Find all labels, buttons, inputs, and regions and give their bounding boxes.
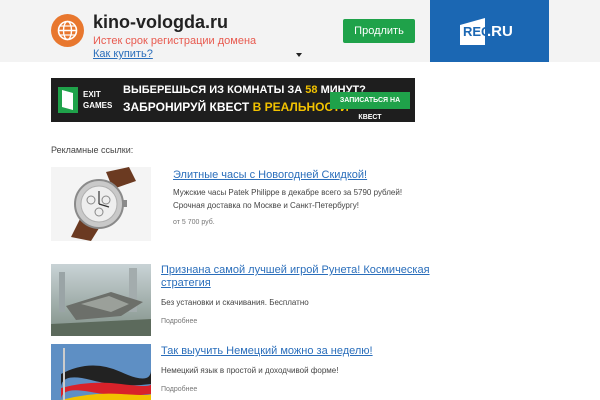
registrar-logo[interactable]: REG .RU [430, 0, 549, 62]
ad-2-title[interactable]: Признана самой лучшей игрой Рунета! Косм… [161, 264, 430, 290]
expired-text: Истек срок регистрации домена [93, 35, 257, 47]
ad-3-more-link[interactable]: Подробнее [161, 386, 197, 393]
top-bar: kino-vologda.ru Истек срок регистрации д… [0, 0, 600, 62]
ad-1-description: Мужские часы Patek Philippe в декабре вс… [173, 186, 402, 212]
ad-1-price: от 5 700 руб. [173, 219, 215, 226]
ad-2-more-link[interactable]: Подробнее [161, 318, 197, 325]
ad-1-desc-line2: Срочная доставка по Москве и Санкт-Петер… [173, 201, 360, 210]
exit-games-banner[interactable]: EXIT GAMES ВЫБЕРЕШЬСЯ ИЗ КОМНАТЫ ЗА 58 М… [51, 78, 415, 122]
banner-cta-button[interactable]: ЗАПИСАТЬСЯ НА КВЕСТ [330, 92, 410, 121]
renew-button[interactable]: Продлить [343, 19, 415, 43]
ad-1-title[interactable]: Элитные часы с Новогодней Скидкой! [173, 169, 367, 182]
ad-2-title-line1: Признана самой лучшей игрой Рунета! Косм… [161, 264, 430, 276]
banner-line1-a: ВЫБЕРЕШЬСЯ ИЗ КОМНАТЫ ЗА [123, 84, 306, 96]
reg-logo-suffix: .RU [487, 23, 513, 40]
how-to-buy-link[interactable]: Как купить? [93, 48, 153, 60]
ad-3-title[interactable]: Так выучить Немецкий можно за неделю! [161, 345, 373, 358]
watch-ad-image[interactable] [51, 167, 151, 241]
banner-line1-highlight: 58 [305, 84, 318, 96]
exit-door-icon [58, 87, 78, 113]
ads-section-title: Рекламные ссылки: [51, 145, 134, 155]
ad-3-description: Немецкий язык в простой и доходчивой фор… [161, 366, 339, 375]
ad-2-title-line2: стратегия [161, 277, 211, 289]
ad-2-description: Без установки и скачивания. Бесплатно [161, 298, 309, 307]
german-course-ad-image[interactable] [51, 344, 151, 400]
globe-icon [51, 14, 84, 47]
space-game-ad-image[interactable] [51, 264, 151, 336]
expired-notice: Истек срок регистрации домена Как купить… [93, 35, 273, 61]
banner-line2-a: ЗАБРОНИРУЙ КВЕСТ [123, 100, 253, 114]
banner-logo-line1: EXIT [83, 90, 101, 99]
banner-logo-line2: GAMES [83, 101, 113, 110]
domain-name: kino-vologda.ru [93, 12, 228, 32]
banner-headline-2: ЗАБРОНИРУЙ КВЕСТ В РЕАЛЬНОСТИ [123, 100, 349, 114]
exit-games-logo: EXIT GAMES [57, 86, 112, 114]
caret-down-icon[interactable] [296, 53, 302, 57]
ad-1-desc-line1: Мужские часы Patek Philippe в декабре вс… [173, 188, 403, 197]
